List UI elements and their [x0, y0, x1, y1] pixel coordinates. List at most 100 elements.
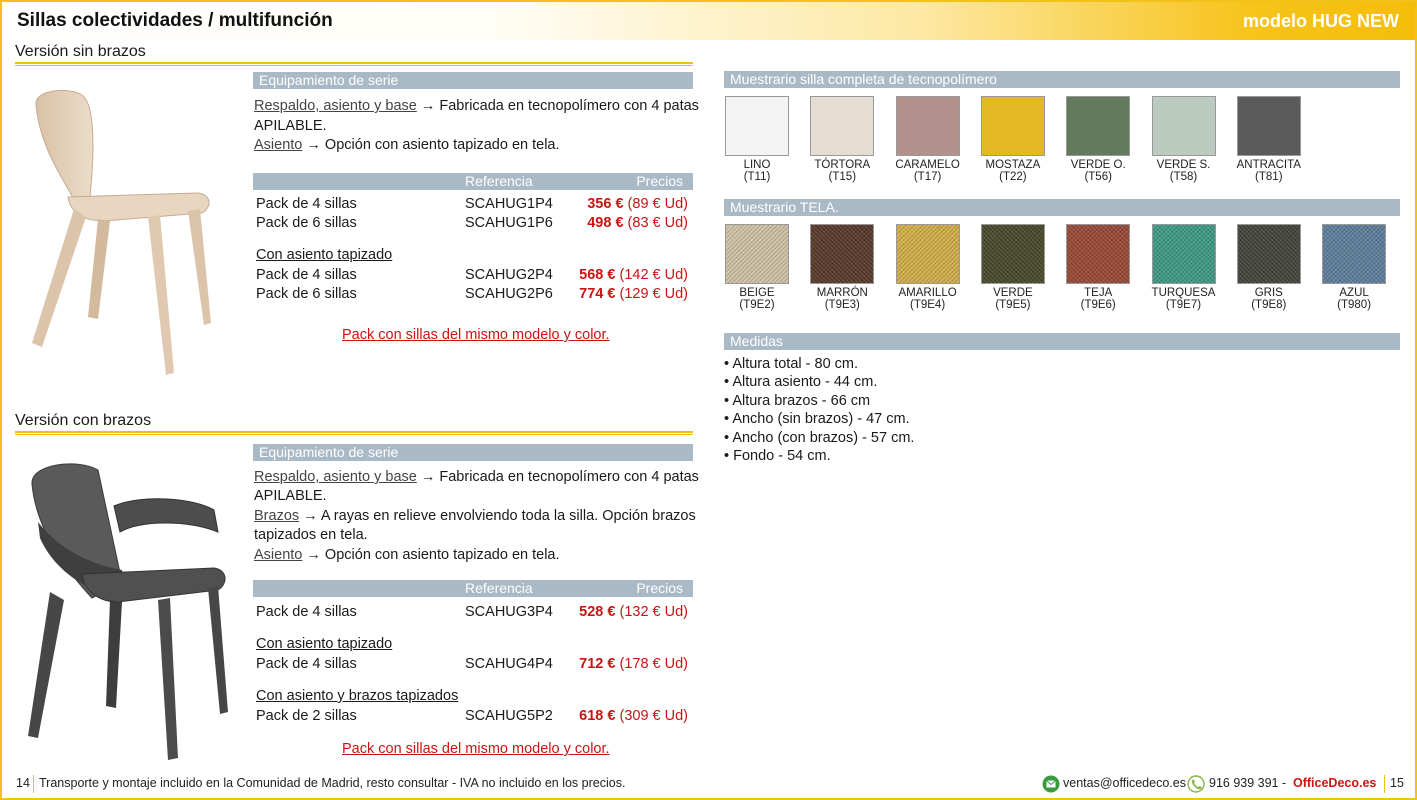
color-swatch[interactable]: [810, 224, 875, 284]
swatch-code: (T56): [1084, 171, 1112, 183]
swatch-name: BEIGE: [739, 287, 775, 299]
swatch-code: (T9E4): [910, 299, 946, 311]
page-number-right: 15: [1390, 776, 1404, 790]
swatch-item[interactable]: TURQUESA (T9E7): [1151, 224, 1217, 311]
swatch-item[interactable]: MOSTAZA (T22): [980, 96, 1046, 183]
asiento-text: → Opción con asiento tapizado en tela.: [306, 137, 560, 153]
price-value: 568 €: [579, 267, 616, 283]
unit-price: (309 € Ud): [619, 708, 688, 724]
respaldo-link[interactable]: Respaldo, asiento y base: [254, 98, 417, 114]
color-swatch[interactable]: [1322, 224, 1387, 284]
email-link[interactable]: ventas@officedeco.es: [1063, 776, 1186, 790]
color-swatch[interactable]: [895, 96, 960, 156]
footer-separator: [33, 775, 34, 793]
equipamiento-bar-1: Equipamiento de serie: [253, 72, 693, 89]
price-table-header-1: Referencia Precios: [253, 173, 693, 190]
ref-code: SCAHUG4P4: [465, 656, 553, 672]
swatch-name: ANTRACITA: [1236, 159, 1301, 171]
asiento-link[interactable]: Asiento: [254, 547, 302, 563]
table-row: Pack de 4 sillas SCAHUG4P4 712 € (178 € …: [256, 656, 692, 676]
pack-note-link-1[interactable]: Pack con sillas del mismo modelo y color…: [342, 327, 610, 343]
footer-separator: [1384, 775, 1385, 793]
swatch-name: MOSTAZA: [985, 159, 1041, 171]
swatch-code: (T9E6): [1080, 299, 1116, 311]
color-swatch[interactable]: [725, 224, 789, 284]
email-icon: [1042, 775, 1060, 793]
swatch-item[interactable]: VERDE O. (T56): [1065, 96, 1131, 183]
swatch-name: AMARILLO: [898, 287, 957, 299]
ref-code: SCAHUG1P4: [465, 196, 553, 212]
color-swatch[interactable]: [810, 96, 875, 156]
price: 498 € (83 € Ud): [587, 215, 688, 231]
brazos-link[interactable]: Brazos: [254, 508, 299, 524]
measure-text: Altura total - 80 cm.: [732, 356, 859, 372]
muestrario-tela-bar: Muestrario TELA.: [724, 199, 1400, 216]
brand-link[interactable]: OfficeDeco.es: [1293, 776, 1376, 790]
unit-price: (132 € Ud): [619, 604, 688, 620]
pack-label: Pack de 4 sillas: [256, 267, 357, 283]
swatch-name: CARAMELO: [895, 159, 960, 171]
pack-label: Pack de 6 sillas: [256, 215, 357, 231]
measure-item: • Fondo - 54 cm.: [724, 448, 831, 464]
respaldo-text: → Fabricada en tecnopolímero con 4 patas: [420, 469, 699, 485]
measure-item: • Altura total - 80 cm.: [724, 356, 859, 372]
measure-text: Fondo - 54 cm.: [733, 448, 831, 464]
swatch-item[interactable]: TEJA (T9E6): [1065, 224, 1131, 311]
footer-dash: -: [1282, 776, 1287, 790]
pack-label: Pack de 4 sillas: [256, 196, 357, 212]
pack-note-link-2[interactable]: Pack con sillas del mismo modelo y color…: [342, 741, 610, 757]
swatch-code: (T9E8): [1251, 299, 1287, 311]
color-swatch[interactable]: [1066, 224, 1131, 284]
measure-item: • Ancho (con brazos) - 57 cm.: [724, 430, 915, 446]
measure-item: • Altura brazos - 66 cm: [724, 393, 871, 409]
swatch-item[interactable]: CARAMELO (T17): [895, 96, 961, 183]
swatch-code: (T9E7): [1165, 299, 1202, 311]
price-value: 618 €: [579, 708, 616, 724]
asiento-link[interactable]: Asiento: [254, 137, 302, 153]
swatch-item[interactable]: MARRÓN (T9E3): [809, 224, 875, 311]
respaldo-link[interactable]: Respaldo, asiento y base: [254, 469, 417, 485]
price-value: 498 €: [587, 215, 624, 231]
swatch-code: (T22): [999, 171, 1027, 183]
section-rule: [15, 431, 693, 435]
section-rule: [15, 62, 693, 66]
swatch-name: MARRÓN: [816, 287, 868, 299]
color-swatch[interactable]: [1151, 96, 1216, 156]
table-row: Pack de 4 sillas SCAHUG2P4 568 € (142 € …: [256, 267, 692, 287]
swatch-code: (T980): [1337, 299, 1372, 311]
table-row: Pack de 6 sillas SCAHUG2P6 774 € (129 € …: [256, 286, 692, 306]
table-row: Pack de 6 sillas SCAHUG1P6 498 € (83 € U…: [256, 215, 692, 235]
color-swatch[interactable]: [1236, 224, 1301, 284]
ref-code: SCAHUG1P6: [465, 215, 553, 231]
price: 774 € (129 € Ud): [579, 286, 688, 302]
swatch-item[interactable]: BEIGE (T9E2): [724, 224, 790, 311]
swatch-code: (T9E3): [824, 299, 860, 311]
price: 356 € (89 € Ud): [587, 196, 688, 212]
price-value: 528 €: [579, 604, 616, 620]
phone-number[interactable]: 916 939 391: [1209, 776, 1279, 790]
color-swatch[interactable]: [895, 224, 960, 284]
table-row: Pack de 4 sillas SCAHUG1P4 356 € (89 € U…: [256, 196, 692, 216]
swatch-item[interactable]: LINO (T11): [724, 96, 790, 183]
color-swatch[interactable]: [980, 96, 1045, 156]
respaldo-text: → Fabricada en tecnopolímero con 4 patas: [420, 98, 699, 114]
measure-text: Altura brazos - 66 cm: [732, 393, 871, 409]
swatch-item[interactable]: AMARILLO (T9E4): [895, 224, 961, 311]
swatch-item[interactable]: VERDE (T9E5): [980, 224, 1046, 311]
color-swatch[interactable]: [1066, 96, 1131, 156]
color-swatch[interactable]: [725, 96, 789, 156]
asiento-text: → Opción con asiento tapizado en tela.: [306, 547, 560, 563]
swatch-item[interactable]: TÓRTORA (T15): [809, 96, 875, 183]
muestrario-poly-bar: Muestrario silla completa de tecnopolíme…: [724, 71, 1400, 88]
swatch-item[interactable]: GRIS (T9E8): [1236, 224, 1302, 311]
color-swatch[interactable]: [1151, 224, 1216, 284]
equipment-line-3: Asiento → Opción con asiento tapizado en…: [254, 137, 560, 153]
price-table-header-2: Referencia Precios: [253, 580, 693, 597]
swatch-item[interactable]: ANTRACITA (T81): [1236, 96, 1302, 183]
swatch-item[interactable]: VERDE S. (T58): [1151, 96, 1217, 183]
color-swatch[interactable]: [1236, 96, 1301, 156]
col-referencia: Referencia: [465, 173, 533, 189]
swatch-name: GRIS: [1254, 287, 1283, 299]
swatch-item[interactable]: AZUL (T980): [1321, 224, 1387, 311]
color-swatch[interactable]: [980, 224, 1045, 284]
